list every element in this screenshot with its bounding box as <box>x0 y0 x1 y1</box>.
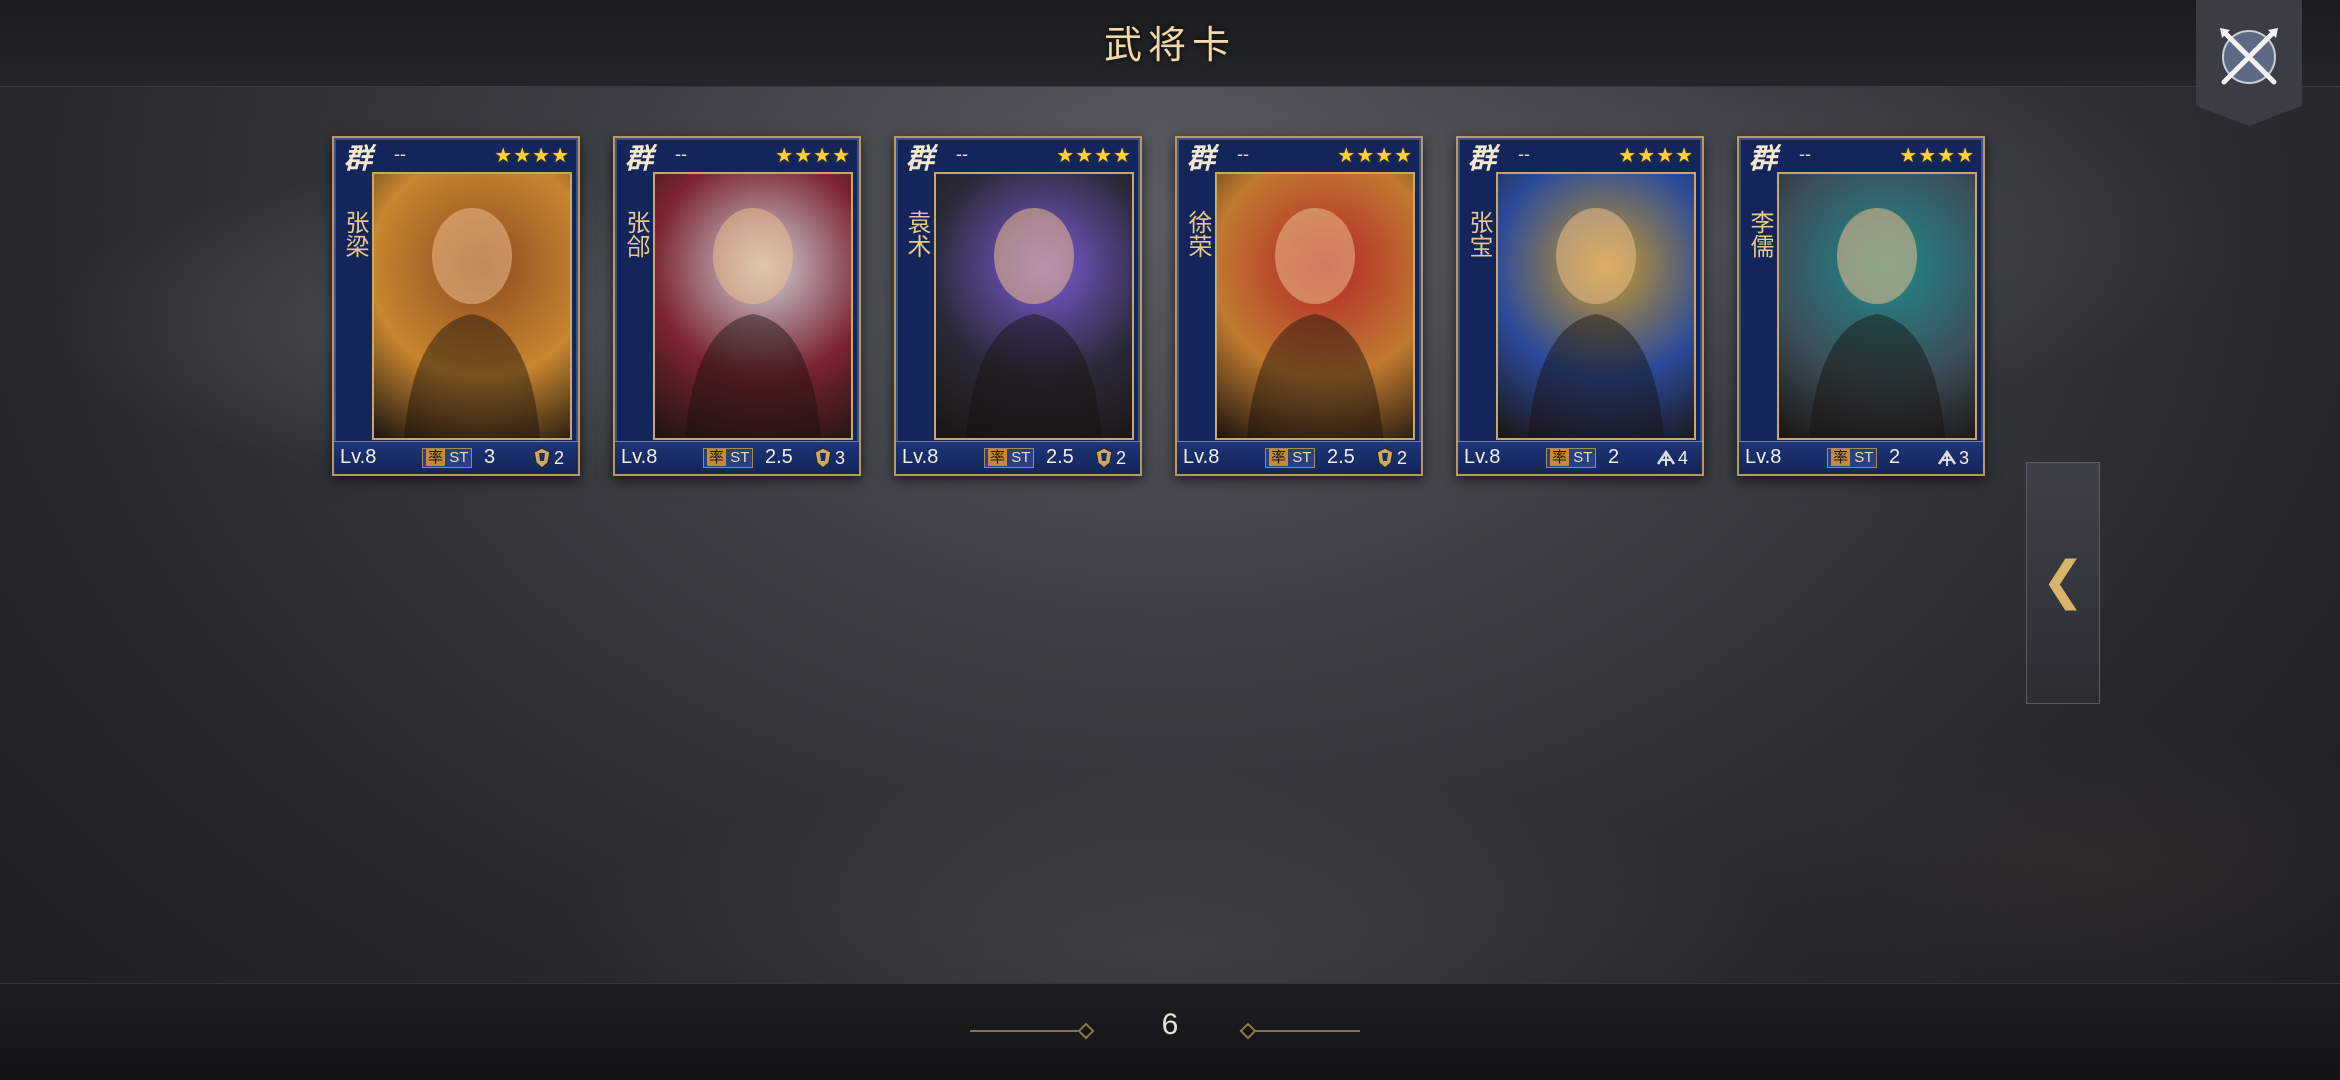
faction-badge: 群 <box>624 142 653 175</box>
cost-prefix: ST <box>730 449 750 466</box>
troop-value: 2 <box>1397 448 1408 468</box>
star-rating: ★★★★ <box>1899 145 1975 167</box>
star-rating: ★★★★ <box>775 145 851 167</box>
faction-badge: 群 <box>1748 142 1777 175</box>
title-placeholder: -- <box>1237 144 1249 164</box>
card-stat-bar: Lv.8 率 ST 3 2 <box>334 441 578 474</box>
card-stat-bar: Lv.8 率 ST 2.5 3 <box>615 441 859 474</box>
faction-badge: 群 <box>343 142 372 175</box>
title-placeholder: -- <box>394 144 406 164</box>
cost-value: 2 <box>1608 446 1620 468</box>
cost-tag: 率 ST <box>1827 448 1878 468</box>
faction-badge: 群 <box>1467 142 1496 175</box>
footer-bar: 6 <box>0 983 2340 1080</box>
chevron-left-icon: ❮ <box>2041 552 2085 610</box>
cost-value: 2 <box>1889 446 1901 468</box>
shield-icon <box>1376 447 1394 469</box>
star-rating: ★★★★ <box>1056 145 1132 167</box>
faction-badge: 群 <box>1186 142 1215 175</box>
rate-icon: 率 <box>1269 449 1289 466</box>
cost-prefix: ST <box>1292 449 1312 466</box>
title-placeholder: -- <box>675 144 687 164</box>
level-label: Lv.8 <box>1183 446 1220 468</box>
cost-prefix: ST <box>1854 449 1874 466</box>
card-count: 6 <box>1161 1008 1179 1041</box>
general-name: 徐荣 <box>1184 210 1212 258</box>
general-card[interactable]: 群 -- ★★★★ 徐荣 Lv.8 率 ST 2.5 2 <box>1175 136 1423 476</box>
faction-badge: 群 <box>905 142 934 175</box>
rate-icon: 率 <box>426 449 446 466</box>
card-stat-bar: Lv.8 率 ST 2.5 2 <box>896 441 1140 474</box>
star-rating: ★★★★ <box>1618 145 1694 167</box>
rate-icon: 率 <box>988 449 1008 466</box>
general-portrait <box>1777 172 1977 440</box>
cost-value: 3 <box>484 446 496 468</box>
crossed-swords-close-icon <box>2220 28 2278 85</box>
cost-tag: 率 ST <box>1265 448 1316 468</box>
page-title: 武将卡 <box>1103 23 1236 67</box>
general-name: 李儒 <box>1746 210 1774 258</box>
shield-icon <box>1095 447 1113 469</box>
cost-value: 2.5 <box>1046 446 1074 468</box>
top-bar: 武将卡 <box>0 0 2340 87</box>
cost-value: 2.5 <box>1327 446 1355 468</box>
general-portrait <box>372 172 572 440</box>
cost-tag: 率 ST <box>984 448 1035 468</box>
cost-tag: 率 ST <box>1546 448 1597 468</box>
general-portrait <box>1496 172 1696 440</box>
cost-prefix: ST <box>449 449 469 466</box>
shield-icon <box>814 447 832 469</box>
divider-ornament-right <box>1239 1022 1360 1040</box>
general-portrait <box>1215 172 1415 440</box>
card-stat-bar: Lv.8 率 ST 2.5 2 <box>1177 441 1421 474</box>
troop-value: 4 <box>1678 448 1689 468</box>
title-placeholder: -- <box>1799 144 1811 164</box>
general-portrait <box>653 172 853 440</box>
star-rating: ★★★★ <box>494 145 570 167</box>
cost-tag: 率 ST <box>703 448 754 468</box>
general-card[interactable]: 群 -- ★★★★ 张梁 Lv.8 率 ST 3 2 <box>332 136 580 476</box>
general-card[interactable]: 群 -- ★★★★ 张郃 Lv.8 率 ST 2.5 3 <box>613 136 861 476</box>
card-stat-bar: Lv.8 率 ST 2 4 <box>1458 441 1702 474</box>
troop-value: 3 <box>835 448 846 468</box>
level-label: Lv.8 <box>621 446 658 468</box>
general-name: 张宝 <box>1465 210 1493 258</box>
close-button[interactable] <box>2196 0 2302 126</box>
crossbow-icon <box>1656 449 1676 466</box>
rate-icon: 率 <box>1831 449 1851 466</box>
title-placeholder: -- <box>956 144 968 164</box>
level-label: Lv.8 <box>902 446 939 468</box>
general-name: 袁术 <box>903 210 931 258</box>
level-label: Lv.8 <box>1464 446 1501 468</box>
card-stat-bar: Lv.8 率 ST 2 3 <box>1739 441 1983 474</box>
cost-prefix: ST <box>1011 449 1031 466</box>
shield-icon <box>533 447 551 469</box>
crossbow-icon <box>1937 449 1957 466</box>
title-placeholder: -- <box>1518 144 1530 164</box>
star-rating: ★★★★ <box>1337 145 1413 167</box>
general-card[interactable]: 群 -- ★★★★ 李儒 Lv.8 率 ST 2 3 <box>1737 136 1985 476</box>
level-label: Lv.8 <box>1745 446 1782 468</box>
level-label: Lv.8 <box>340 446 377 468</box>
general-name: 张郃 <box>622 210 650 258</box>
general-card[interactable]: 群 -- ★★★★ 张宝 Lv.8 率 ST 2 4 <box>1456 136 1704 476</box>
general-card[interactable]: 群 -- ★★★★ 袁术 Lv.8 率 ST 2.5 2 <box>894 136 1142 476</box>
rate-icon: 率 <box>707 449 727 466</box>
side-panel-toggle[interactable]: ❮ <box>2026 462 2100 704</box>
general-name: 张梁 <box>341 210 369 258</box>
cost-prefix: ST <box>1573 449 1593 466</box>
general-portrait <box>934 172 1134 440</box>
troop-value: 2 <box>1116 448 1127 468</box>
troop-value: 3 <box>1959 448 1970 468</box>
rate-icon: 率 <box>1550 449 1570 466</box>
cost-tag: 率 ST <box>422 448 473 468</box>
cost-value: 2.5 <box>765 446 793 468</box>
troop-value: 2 <box>554 448 565 468</box>
